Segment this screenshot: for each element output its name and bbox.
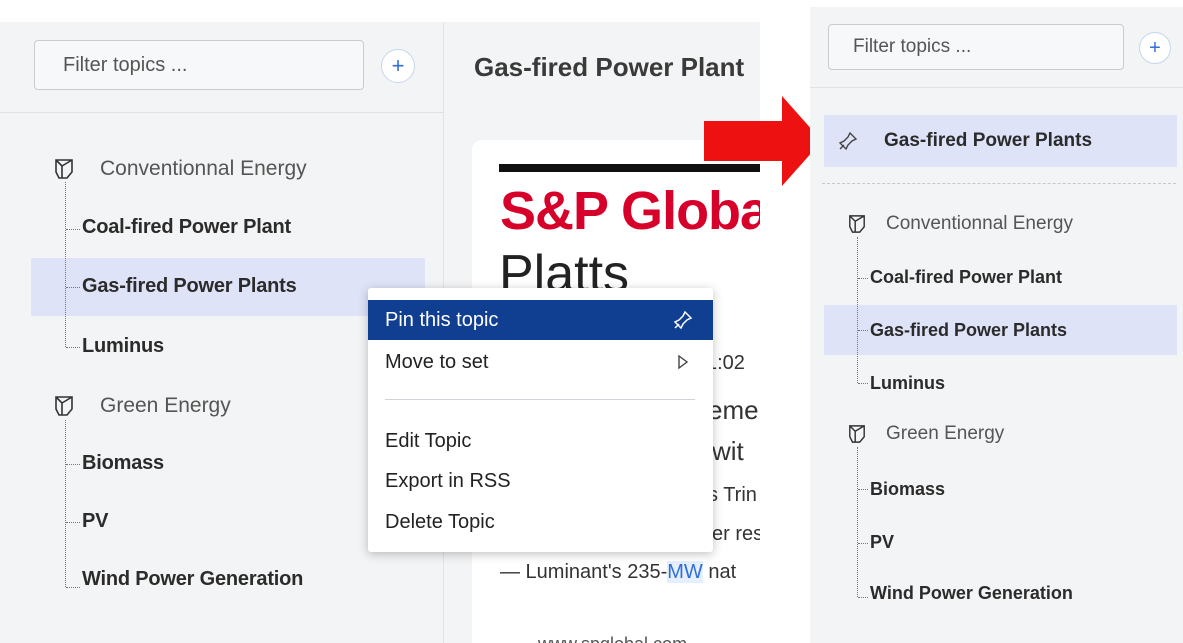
topic-biomass[interactable]: Biomass bbox=[82, 452, 164, 475]
context-menu: Pin this topic Move to set Edit Topic Ex… bbox=[368, 288, 713, 552]
topic-biomass[interactable]: Biomass bbox=[870, 479, 945, 500]
group-green-energy[interactable]: Green Energy bbox=[848, 423, 1004, 445]
group-label: Conventionnal Energy bbox=[886, 213, 1073, 234]
pinned-topic-gas-fired-power-plants[interactable]: Gas-fired Power Plants bbox=[824, 115, 1177, 167]
topic-gas-fired-power-plants[interactable]: Gas-fired Power Plants bbox=[870, 320, 1067, 341]
article-body-line1: s Trin bbox=[708, 484, 757, 506]
divider bbox=[810, 87, 1183, 88]
divider bbox=[0, 112, 443, 113]
mw-highlight: MW bbox=[667, 561, 703, 583]
pin-icon bbox=[838, 131, 858, 151]
topic-coal-fired-power-plant[interactable]: Coal-fired Power Plant bbox=[82, 216, 291, 239]
topic-wind-power-generation[interactable]: Wind Power Generation bbox=[82, 568, 303, 591]
pinned-topic-label: Gas-fired Power Plants bbox=[884, 130, 1093, 151]
topic-coal-fired-power-plant[interactable]: Coal-fired Power Plant bbox=[870, 267, 1062, 288]
menu-item-pin-topic[interactable]: Pin this topic bbox=[368, 300, 713, 340]
topic-gas-fired-power-plants[interactable]: Gas-fired Power Plants bbox=[82, 275, 297, 298]
chevron-right-icon bbox=[678, 355, 689, 369]
filter-topics-input[interactable]: Filter topics ... bbox=[828, 24, 1124, 70]
group-conventionnal-energy[interactable]: Conventionnal Energy bbox=[848, 213, 1073, 235]
topic-pv[interactable]: PV bbox=[870, 532, 894, 553]
brand-logo-sp-global: S&P Globa bbox=[500, 181, 760, 241]
left-panel: Filter topics ... + Conventionnal Energy… bbox=[0, 0, 760, 643]
topic-wind-power-generation[interactable]: Wind Power Generation bbox=[870, 583, 1073, 604]
add-topic-button[interactable]: + bbox=[1139, 32, 1171, 64]
menu-item-move-to-set[interactable]: Move to set bbox=[368, 342, 713, 382]
folder-icon bbox=[849, 215, 865, 233]
article-headline-line2: wit bbox=[712, 436, 744, 466]
group-label: Green Energy bbox=[886, 423, 1005, 444]
menu-item-export-rss[interactable]: Export in RSS bbox=[368, 461, 713, 501]
filter-topics-input[interactable]: Filter topics ... bbox=[34, 40, 364, 90]
folder-icon bbox=[849, 425, 865, 443]
group-green-energy[interactable]: Green Energy bbox=[54, 394, 231, 418]
topic-luminus[interactable]: Luminus bbox=[82, 335, 164, 358]
folder-icon bbox=[55, 159, 73, 179]
menu-item-delete-topic[interactable]: Delete Topic bbox=[368, 502, 713, 542]
add-topic-button[interactable]: + bbox=[381, 49, 415, 83]
topic-pv[interactable]: PV bbox=[82, 510, 108, 533]
red-arrow-annotation bbox=[704, 96, 822, 186]
group-conventionnal-energy[interactable]: Conventionnal Energy bbox=[54, 157, 307, 181]
menu-item-edit-topic[interactable]: Edit Topic bbox=[368, 421, 713, 461]
group-label: Green Energy bbox=[100, 394, 231, 417]
article-body-line2: er res bbox=[712, 523, 760, 545]
folder-icon bbox=[55, 396, 73, 416]
article-body-line3: — Luminant's 235-MW nat bbox=[500, 561, 737, 583]
pin-icon bbox=[673, 310, 693, 330]
menu-divider bbox=[385, 399, 695, 400]
group-label: Conventionnal Energy bbox=[100, 157, 307, 180]
topic-luminus[interactable]: Luminus bbox=[870, 373, 945, 394]
article-headline-line1: eme bbox=[708, 395, 759, 425]
topics-sidebar-pinned: Filter topics ... + Gas-fired Power Plan… bbox=[810, 7, 1183, 643]
pinned-divider bbox=[822, 183, 1176, 184]
page-title: Gas-fired Power Plant bbox=[474, 52, 745, 82]
article-source-link[interactable]: www.spglobal.com bbox=[538, 634, 687, 643]
